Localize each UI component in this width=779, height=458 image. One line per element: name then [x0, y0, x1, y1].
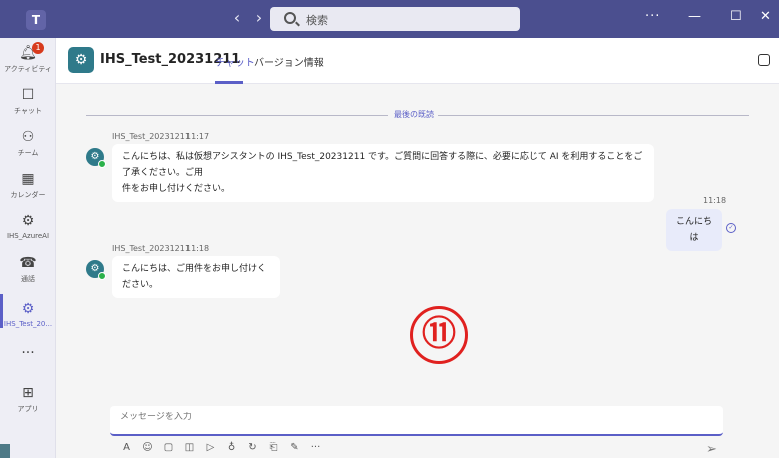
app-rail: 🔔︎ 1 アクティビティ ☐ チャット ⚇ チーム ▦ カレンダー ⚙ IHS_…	[0, 38, 56, 458]
send-icon[interactable]: ➢	[706, 442, 717, 457]
rail-item-label: チーム	[17, 149, 39, 157]
bot-icon: ⚙	[21, 301, 35, 317]
bot-icon: ⚙	[21, 213, 35, 229]
rail-item-label: アクティビティ	[4, 65, 52, 73]
message-time: 11:18	[186, 244, 210, 253]
more-icon: ···	[21, 345, 35, 361]
rail-item-chat[interactable]: ☐ チャット	[0, 86, 56, 116]
search-box[interactable]: 検索	[270, 7, 520, 31]
seen-icon: ✓	[726, 223, 736, 233]
message-bubble[interactable]: こんにちは、ご用件をお申し付けください。	[112, 256, 280, 298]
status-available-icon	[98, 160, 106, 168]
phone-icon: ☎	[19, 255, 37, 271]
rail-item-label: IHS_Test_20...	[3, 320, 53, 328]
rail-item-label: チャット	[14, 107, 42, 115]
activity-badge: 1	[32, 42, 44, 54]
tab-version-info[interactable]: バージョン情報	[254, 54, 324, 69]
more-icon[interactable]: ···	[305, 442, 326, 453]
calendar-icon: ▦	[21, 171, 35, 187]
message-box[interactable]	[110, 406, 723, 436]
bot-avatar-icon: ⚙	[86, 260, 106, 280]
bot-avatar-icon: ⚙	[68, 47, 94, 73]
rail-item-teams[interactable]: ⚇ チーム	[0, 128, 56, 158]
search-icon	[284, 12, 296, 24]
teams-window: T ‹ › 検索 ··· — ☐ ✕ 🔔︎ 1 アクティビティ ☐ チャット ⚇ …	[0, 0, 779, 458]
message-sender: IHS_Test_20231211	[112, 244, 190, 253]
rail-item-label: IHS_AzureAI	[6, 232, 50, 240]
chat-area: 最後の既読 IHS_Test_20231211 11:17 ⚙ こんにちは、私は…	[56, 84, 779, 400]
rail-item-apps[interactable]: ⊞ アプリ	[0, 384, 56, 414]
message-text: こんにちは	[676, 217, 713, 243]
divider-line-right	[438, 115, 749, 116]
message-text: こんにちは、ご用件をお申し付けください。	[122, 264, 267, 290]
teams-logo-icon: T	[26, 10, 46, 30]
status-available-icon	[98, 272, 106, 280]
chat-icon: ☐	[21, 87, 35, 103]
message-input[interactable]	[120, 412, 710, 422]
rail-more-button[interactable]: ···	[0, 344, 56, 362]
rail-item-label: アプリ	[17, 405, 39, 413]
chat-header: ⚙ IHS_Test_20231211 チャット バージョン情報	[56, 38, 779, 84]
bot-avatar-icon: ⚙	[86, 148, 106, 168]
composer: A☺▢◫▷♁↻⎗✎··· ➢	[56, 400, 779, 458]
close-button[interactable]: ✕	[760, 9, 771, 24]
rail-item-calls[interactable]: ☎ 通話	[0, 254, 56, 284]
forward-arrow-icon[interactable]: ›	[248, 8, 270, 27]
format-icon[interactable]: A	[116, 442, 137, 453]
annotation-marker: ⑪	[410, 306, 468, 364]
praise-icon[interactable]: ♁	[221, 442, 242, 453]
message-time: 11:18	[703, 196, 727, 205]
tab-chat[interactable]: チャット	[215, 54, 255, 69]
meet-icon[interactable]: ▷	[200, 442, 221, 453]
rail-item-label: カレンダー	[10, 191, 46, 199]
more-options-button[interactable]: ···	[645, 9, 660, 24]
message-text: こんにちは、私は仮想アシスタントの IHS_Test_20231211 です。ご…	[122, 152, 643, 178]
last-read-divider: 最後の既読	[394, 110, 434, 119]
emoji-icon[interactable]: ☺	[137, 442, 158, 453]
add-app-icon: ⊞	[22, 385, 34, 401]
search-placeholder: 検索	[306, 14, 328, 27]
rail-item-ihs-test[interactable]: ⚙ IHS_Test_20...	[0, 300, 56, 328]
rail-item-calendar[interactable]: ▦ カレンダー	[0, 170, 56, 200]
gif-icon[interactable]: ▢	[158, 442, 179, 453]
attach-icon[interactable]: ⎗	[263, 442, 284, 453]
message-text: 件をお申し付けください。	[122, 184, 231, 194]
rail-item-label: 通話	[21, 275, 35, 283]
minimize-button[interactable]: —	[688, 9, 701, 24]
back-arrow-icon[interactable]: ‹	[226, 8, 248, 27]
message-bubble[interactable]: こんにちは、私は仮想アシスタントの IHS_Test_20231211 です。ご…	[112, 144, 654, 202]
history-nav: ‹ ›	[226, 8, 270, 27]
rail-item-ihs-azureai[interactable]: ⚙ IHS_AzureAI	[0, 212, 56, 240]
my-message-bubble[interactable]: こんにちは	[666, 209, 722, 251]
maximize-button[interactable]: ☐	[730, 9, 742, 24]
title-bar: T ‹ › 検索 ··· — ☐ ✕	[0, 0, 779, 38]
teams-icon: ⚇	[21, 129, 35, 145]
message-time: 11:17	[186, 132, 210, 141]
sticker-icon[interactable]: ◫	[179, 442, 200, 453]
notes-icon[interactable]: ✎	[284, 442, 305, 453]
popout-icon[interactable]	[758, 54, 770, 66]
taskbar-edge	[0, 444, 10, 458]
message-sender: IHS_Test_20231211	[112, 132, 190, 141]
rail-item-activity[interactable]: 🔔︎ 1 アクティビティ	[0, 42, 56, 74]
loop-icon[interactable]: ↻	[242, 442, 263, 453]
compose-toolbar: A ☺ ▢ ◫ ▷ ♁ ↻ ⎗ ✎ ···	[116, 442, 326, 453]
divider-line-left	[86, 115, 388, 116]
